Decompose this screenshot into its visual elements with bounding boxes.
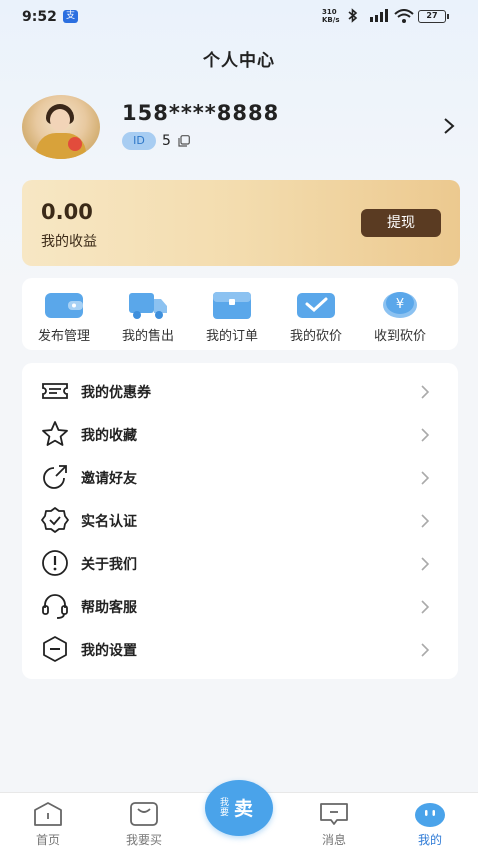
profile-card[interactable]: 158****8888 ID 5	[22, 95, 462, 159]
coupon-icon	[42, 383, 68, 399]
sell-button[interactable]: 我要 卖	[205, 780, 273, 836]
menu-item-settings[interactable]: 我的设置	[22, 628, 458, 671]
id-value: 5	[162, 133, 171, 149]
chevron-right-icon	[421, 557, 430, 571]
tab-label: 我要买	[125, 833, 162, 847]
menu-item-coupons[interactable]: 我的优惠券	[22, 370, 458, 413]
quick-action-label: 我的售出	[121, 329, 174, 344]
withdraw-button[interactable]: 提现	[361, 209, 441, 237]
tab-label: 首页	[35, 833, 60, 847]
net-speed-value: 310	[322, 8, 337, 16]
info-icon	[42, 550, 68, 576]
tab-mine[interactable]: 我的	[390, 793, 470, 850]
chevron-right-icon	[421, 385, 430, 399]
tab-buy[interactable]: 我要买	[104, 793, 184, 850]
avatar[interactable]	[22, 95, 100, 159]
chevron-right-icon	[421, 643, 430, 657]
quick-action-label: 我的砍价	[289, 329, 342, 344]
alipay-app-icon: 支	[63, 10, 78, 23]
menu-item-label: 我的优惠券	[81, 385, 151, 401]
status-time: 9:52	[22, 9, 57, 25]
copy-icon[interactable]	[178, 135, 190, 147]
menu-item-label: 帮助客服	[81, 600, 137, 616]
quick-action-label: 我的订单	[205, 329, 258, 344]
tab-home[interactable]: 首页	[8, 793, 88, 850]
svg-text:¥: ¥	[396, 297, 404, 312]
net-speed-unit: KB/s	[322, 16, 340, 24]
quick-action-publish[interactable]: 发布管理	[22, 278, 106, 350]
page-title: 个人中心	[203, 51, 275, 71]
id-badge: ID	[122, 132, 156, 150]
quick-action-received-bargain[interactable]: ¥ 收到砍价	[358, 278, 442, 350]
shopping-bag-icon	[130, 802, 158, 826]
quick-action-sold[interactable]: 我的售出	[106, 278, 190, 350]
quick-action-orders[interactable]: 我的订单	[190, 278, 274, 350]
menu-item-favorites[interactable]: 我的收藏	[22, 413, 458, 456]
verified-badge-icon	[41, 507, 69, 533]
menu-item-label: 实名认证	[81, 514, 137, 530]
status-bar: 9:52 支 310 KB/s 27	[0, 0, 478, 34]
bluetooth-icon	[348, 8, 358, 23]
menu-item-invite[interactable]: 邀请好友	[22, 456, 458, 499]
earnings-amount: 0.00	[41, 200, 93, 224]
truck-icon	[129, 293, 167, 319]
tab-label: 消息	[321, 833, 346, 847]
quick-action-bargain[interactable]: 我的砍价	[274, 278, 358, 350]
home-icon	[34, 802, 62, 826]
sell-button-small-label: 我要	[220, 798, 230, 818]
settings-menu: 我的优惠券 我的收藏 邀请好友 实名认证 关于我们 帮助客服 我的设置	[22, 363, 458, 679]
profile-phone: 158****8888	[122, 101, 280, 125]
wallet-icon	[45, 293, 83, 318]
earnings-card: 0.00 我的收益 提现	[22, 180, 460, 266]
smile-face-icon	[415, 803, 445, 827]
chevron-right-icon	[421, 600, 430, 614]
message-icon	[320, 803, 348, 825]
menu-item-label: 我的收藏	[81, 428, 137, 444]
battery-indicator: 27	[418, 10, 449, 23]
network-speed: 310 KB/s	[322, 8, 339, 24]
quick-action-label: 发布管理	[37, 329, 90, 344]
headset-icon	[42, 594, 68, 619]
star-icon	[42, 421, 68, 446]
yen-coin-icon: ¥	[383, 292, 417, 318]
avatar-face	[50, 109, 70, 131]
menu-item-support[interactable]: 帮助客服	[22, 585, 458, 628]
menu-item-label: 我的设置	[81, 643, 137, 659]
menu-item-verification[interactable]: 实名认证	[22, 499, 458, 542]
tab-messages[interactable]: 消息	[294, 793, 374, 850]
quick-actions: 发布管理 我的售出 我的订单 我的砍价 ¥ 收到砍价	[22, 278, 458, 350]
menu-item-label: 邀请好友	[81, 471, 137, 487]
settings-hexagon-icon	[43, 636, 67, 662]
quick-action-label: 收到砍价	[373, 329, 426, 344]
box-icon	[213, 292, 251, 319]
earnings-label: 我的收益	[41, 234, 97, 250]
wifi-icon	[394, 9, 414, 23]
avatar-flower	[68, 137, 82, 151]
chevron-right-icon	[421, 471, 430, 485]
menu-item-about[interactable]: 关于我们	[22, 542, 458, 585]
signal-icon	[370, 9, 388, 22]
tab-label: 我的	[417, 833, 442, 847]
chevron-right-icon	[421, 514, 430, 528]
share-icon	[43, 465, 67, 489]
sell-button-label: 卖	[234, 798, 254, 820]
chevron-right-icon	[421, 428, 430, 442]
menu-item-label: 关于我们	[81, 557, 137, 573]
check-folder-icon	[297, 293, 335, 318]
chevron-right-icon[interactable]	[442, 117, 456, 135]
